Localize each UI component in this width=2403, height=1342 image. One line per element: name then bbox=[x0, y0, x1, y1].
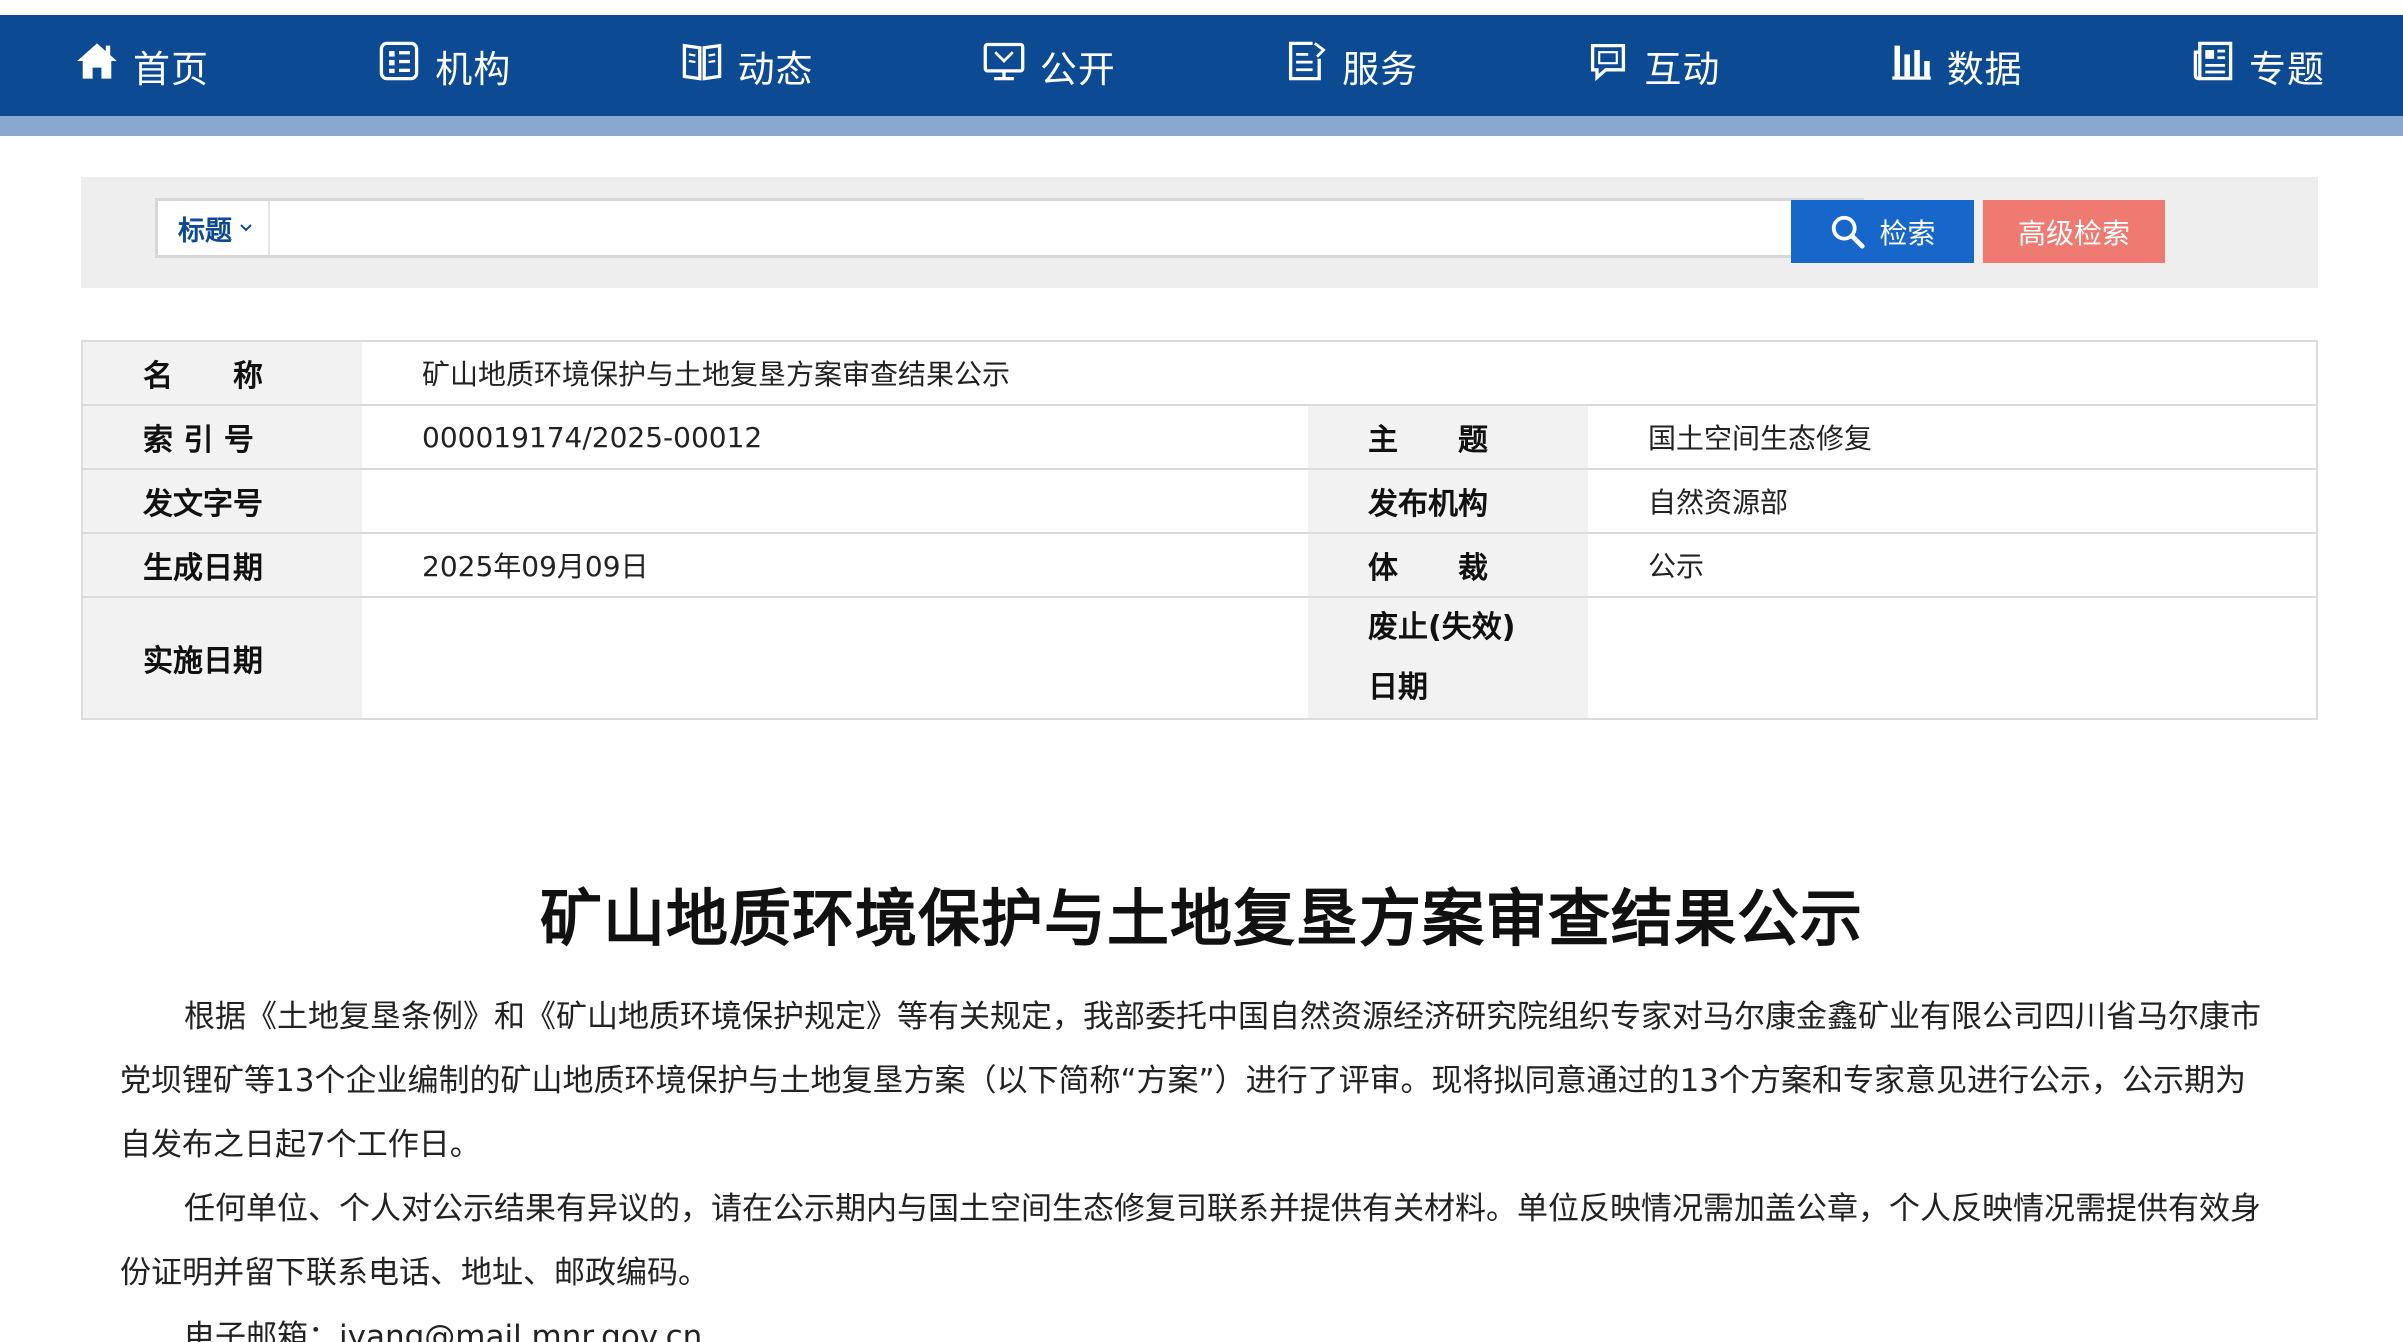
search-button[interactable]: 检索 bbox=[1791, 200, 1974, 263]
book-icon bbox=[680, 39, 724, 92]
nav-item-label: 动态 bbox=[737, 47, 814, 91]
issuer-label: 发布机构 bbox=[1308, 468, 1588, 534]
advanced-search-label: 高级检索 bbox=[2017, 216, 2130, 250]
search-icon bbox=[1832, 215, 1866, 249]
doc-no-value bbox=[362, 468, 1308, 534]
effective-label: 实施日期 bbox=[82, 596, 362, 720]
home-icon bbox=[75, 39, 119, 92]
issuer-value: 自然资源部 bbox=[1588, 468, 2317, 534]
bar-chart-icon bbox=[1889, 39, 1933, 92]
chevron-down-icon bbox=[240, 224, 252, 232]
index-label: 索 引 号 bbox=[82, 404, 362, 470]
nav-item-news[interactable]: 动态 bbox=[680, 39, 814, 93]
nav-item-data[interactable]: 数据 bbox=[1889, 39, 2023, 93]
index-value: 000019174/2025-00012 bbox=[362, 404, 1308, 470]
doc-no-label: 发文字号 bbox=[82, 468, 362, 534]
info-row-name: 名 称 矿山地质环境保护与土地复垦方案审查结果公示 bbox=[82, 340, 2317, 406]
genre-value: 公示 bbox=[1588, 532, 2317, 598]
effective-value bbox=[362, 596, 1308, 720]
created-label: 生成日期 bbox=[82, 532, 362, 598]
name-label: 名 称 bbox=[82, 340, 362, 406]
created-value: 2025年09月09日 bbox=[362, 532, 1308, 598]
nav-item-label: 首页 bbox=[133, 47, 209, 91]
nav-item-interact[interactable]: 互动 bbox=[1586, 39, 1720, 93]
nav-item-label: 服务 bbox=[1342, 47, 1419, 91]
repeal-label-line-1: 废止(失效) bbox=[1368, 610, 1516, 645]
repeal-label: 废止(失效) 日期 bbox=[1308, 596, 1588, 720]
nav-item-label: 数据 bbox=[1946, 47, 2023, 91]
contact-email: 电子邮箱：jyang@mail.mnr.gov.cn bbox=[184, 1319, 703, 1342]
search-button-label: 检索 bbox=[1879, 216, 1936, 250]
advanced-search-button[interactable]: 高级检索 bbox=[1983, 200, 2165, 263]
article-title: 矿山地质环境保护与土地复垦方案审查结果公示 bbox=[539, 882, 1863, 955]
topic-label: 主 题 bbox=[1308, 404, 1588, 470]
nav-item-topics[interactable]: 专题 bbox=[2191, 39, 2325, 93]
repeal-value bbox=[1588, 596, 2317, 720]
info-row-effective: 实施日期 废止(失效) 日期 bbox=[82, 596, 2317, 720]
nav-item-label: 机构 bbox=[435, 47, 512, 91]
nav-item-service[interactable]: 服务 bbox=[1284, 39, 1418, 93]
edit-document-icon bbox=[1284, 39, 1328, 92]
search-input[interactable] bbox=[270, 201, 1861, 255]
article-body: 根据《土地复垦条例》和《矿山地质环境保护规定》等有关规定，我部委托中国自然资源经… bbox=[120, 985, 2270, 1342]
nav-item-organization[interactable]: 机构 bbox=[377, 39, 511, 93]
document-info-table: 名 称 矿山地质环境保护与土地复垦方案审查结果公示 索 引 号 00001917… bbox=[81, 340, 2318, 720]
newspaper-icon bbox=[2191, 39, 2235, 92]
nav-item-label: 公开 bbox=[1039, 47, 1116, 91]
nav-divider bbox=[0, 116, 2403, 136]
nav-item-label: 专题 bbox=[2248, 47, 2325, 91]
nav-item-public[interactable]: 公开 bbox=[982, 39, 1116, 93]
article-paragraph: 根据《土地复垦条例》和《矿山地质环境保护规定》等有关规定，我部委托中国自然资源经… bbox=[120, 999, 2261, 1163]
info-row-index: 索 引 号 000019174/2025-00012 主 题 国土空间生态修复 bbox=[82, 404, 2317, 470]
search-box: 标题 bbox=[155, 198, 1864, 258]
organization-icon bbox=[377, 39, 421, 92]
search-panel: 标题 检索 高级检索 bbox=[81, 177, 2318, 288]
search-scope-dropdown[interactable]: 标题 bbox=[158, 201, 270, 255]
name-value: 矿山地质环境保护与土地复垦方案审查结果公示 bbox=[362, 340, 2317, 406]
info-row-docno: 发文字号 发布机构 自然资源部 bbox=[82, 468, 2317, 534]
search-scope-label: 标题 bbox=[178, 215, 232, 247]
info-row-created: 生成日期 2025年09月09日 体 裁 公示 bbox=[82, 532, 2317, 598]
chat-icon bbox=[1586, 39, 1630, 92]
nav-item-label: 互动 bbox=[1644, 47, 1721, 91]
top-nav: 首页 机构 动态 公开 服务 互动 数据 专题 bbox=[0, 15, 2403, 116]
repeal-label-line-2: 日期 bbox=[1368, 670, 1428, 705]
genre-label: 体 裁 bbox=[1308, 532, 1588, 598]
nav-item-home[interactable]: 首页 bbox=[75, 39, 209, 93]
topic-value: 国土空间生态修复 bbox=[1588, 404, 2317, 470]
monitor-icon bbox=[982, 39, 1026, 92]
article-paragraph: 任何单位、个人对公示结果有异议的，请在公示期内与国土空间生态修复司联系并提供有关… bbox=[120, 1191, 2261, 1291]
